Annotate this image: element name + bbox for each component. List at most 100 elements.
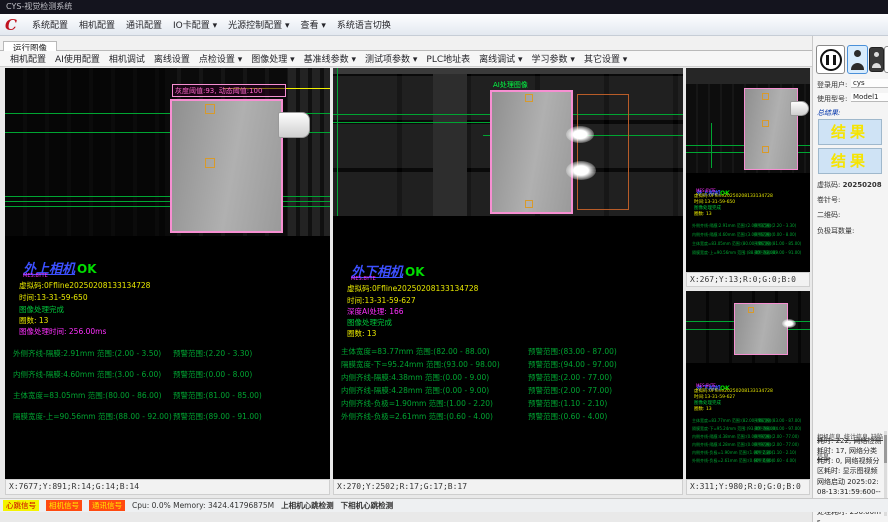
proc-time-line: 图像处理时间: 256.00ms — [19, 326, 106, 337]
heartbeat-signal-badge: 心跳信号 — [3, 500, 39, 511]
threshold-overlay-text: 灰度阈值:93, 动态阈值:100 — [175, 87, 262, 95]
camera-view-outer-lower[interactable]: AI处理图像 外下相机OK MES:BYTE 虚拟码:0Ffline202502… — [333, 68, 683, 479]
title-bar: CYS-视觉检测系统 — [0, 0, 888, 14]
barcode-line: 虚拟码:0Ffline20250208133134728 — [19, 280, 150, 291]
user-button-active[interactable] — [847, 45, 868, 74]
qr-code-label: 二维码: — [817, 210, 840, 220]
measure-value: 内侧齐线-负极=1.90mm 范围:(1.00 - 2.20) — [692, 450, 754, 456]
toolbar-camera-debug[interactable]: 相机调试 — [109, 52, 145, 65]
toolbar-camera-config[interactable]: 相机配置 — [10, 52, 46, 65]
ai-time-line: 深度AI处理: 166 — [347, 306, 404, 317]
scrollbar-thumb[interactable] — [884, 435, 887, 463]
user-icon — [854, 50, 861, 57]
pause-button[interactable] — [816, 45, 845, 74]
mes-line: MES:BYTE — [351, 276, 376, 282]
measure-value: 内侧齐线-隔膜:4.28mm 范围:(0.00 - 9.00) — [341, 385, 528, 396]
measure-value: 外侧齐线-隔膜:2.91mm 范围:(2.00 - 3.50) — [13, 348, 173, 359]
measurement-row: 内侧齐线-隔膜:4.38mm 范围:(0.00 - 9.00) 预警范围:(2.… — [692, 434, 799, 440]
menu-item-camera-config[interactable]: 相机配置 — [79, 18, 115, 31]
menu-item-io-config[interactable]: IO卡配置 ▾ — [173, 18, 217, 31]
time-line: 时间:13-31-59-650 — [19, 292, 88, 303]
done-line: 图像处理完成 — [19, 304, 64, 315]
measurement-row: 主体宽度=83.05mm 范围:(80.00 - 86.00) 预警范围:(81… — [692, 241, 801, 247]
measurement-row: 主体宽度=83.77mm 范围:(82.00 - 88.00) 预警范围:(83… — [692, 418, 801, 424]
measure-value: 内侧齐线-隔膜:4.38mm 范围:(0.00 - 9.00) — [341, 372, 528, 383]
result-box-lower: 结果 — [818, 148, 882, 174]
turns-line: 圈数: 13 — [694, 211, 712, 217]
virtual-code-value: 20250208 — [843, 181, 882, 189]
measurement-row: 隔膜宽度-上=90.56mm 范围:(88.00 - 92.00) 预警范围:(… — [13, 411, 262, 422]
comm-signal-badge: 通讯信号 — [89, 500, 125, 511]
measure-value: 隔膜宽度-上=90.56mm 范围:(88.00 - 92.00) — [13, 411, 173, 422]
measure-value: 主体宽度=83.05mm 范围:(80.00 - 86.00) — [692, 241, 754, 247]
measurement-row: 外侧齐线-负极=2.61mm 范围:(0.60 - 4.00) 预警范围:(0.… — [341, 411, 607, 422]
pixel-coordinate-bar-mid: X:270;Y:2502;R:17;G:17;B:17 — [333, 479, 683, 495]
toolbar-baseline-params[interactable]: 基准线参数 ▾ — [304, 52, 356, 65]
toolbar: 相机配置 AI使用配置 相机调试 离线设置 点检设置 ▾ 图像处理 ▾ 基准线参… — [0, 51, 812, 67]
measure-value: 主体宽度=83.77mm 范围:(82.00 - 88.00) — [692, 418, 754, 424]
total-result-label: 总结果: — [817, 108, 840, 118]
logout-button[interactable]: → — [884, 46, 888, 73]
toolbar-offline-debug[interactable]: 离线调试 ▾ — [479, 52, 522, 65]
measure-value: 隔膜宽度-下=95.24mm 范围:(93.00 - 98.00) — [692, 426, 754, 432]
image-bright-column — [433, 74, 467, 216]
turns-line: 圈数: 13 — [694, 406, 712, 412]
edge-line-green-vertical — [711, 123, 712, 168]
toolbar-image-processing[interactable]: 图像处理 ▾ — [251, 52, 294, 65]
bright-blob — [566, 161, 596, 180]
warn-range: 预警范围:(1.10 - 2.10) — [754, 450, 796, 456]
warn-range: 预警范围:(0.00 - 8.00) — [754, 232, 796, 238]
operator-icon — [874, 52, 879, 57]
warn-range: 预警范围:(89.00 - 91.00) — [173, 411, 262, 422]
warn-range: 预警范围:(83.00 - 87.00) — [754, 418, 801, 424]
measure-value: 内侧齐线-负极=1.90mm 范围:(1.00 - 2.20) — [341, 398, 528, 409]
operator-icon-body — [872, 63, 881, 68]
cell-region-outline — [734, 303, 788, 355]
measurement-row: 内侧齐线-隔膜:4.28mm 范围:(0.00 - 9.00) 预警范围:(2.… — [341, 385, 612, 396]
measure-value: 内侧齐线-隔膜:4.60mm 范围:(3.00 - 6.00) — [13, 369, 173, 380]
thumb-view-outer-upper[interactable]: 外上相机OK MES:BYTE 虚拟码:0Ffline2025020813313… — [686, 68, 810, 272]
menu-item-light-config[interactable]: 光源控制配置 ▾ — [228, 18, 289, 31]
camera-view-outer-upper[interactable]: 灰度阈值:93, 动态阈值:100 外上相机OK MES:BYTE 虚拟码:0F… — [5, 68, 330, 479]
toolbar-ai-usage-config[interactable]: AI使用配置 — [55, 52, 100, 65]
menu-item-comm-config[interactable]: 通讯配置 — [126, 18, 162, 31]
menu-item-view[interactable]: 查看 ▾ — [301, 18, 326, 31]
roi-box — [762, 93, 769, 100]
warn-range: 预警范围:(2.00 - 77.00) — [754, 434, 799, 440]
warn-range: 预警范围:(2.00 - 77.00) — [528, 372, 612, 383]
measurement-row: 内侧齐线-隔膜:4.60mm 范围:(3.00 - 6.00) 预警范围:(0.… — [692, 232, 796, 238]
cpu-memory-readout: Cpu: 0.0% Memory: 3424.41796875M — [132, 501, 274, 510]
menu-item-system-config[interactable]: 系统配置 — [32, 18, 68, 31]
measure-value: 外侧齐线-隔膜:2.91mm 范围:(2.00 - 3.50) — [692, 223, 754, 229]
toolbar-learning-params[interactable]: 学习参数 ▾ — [532, 52, 575, 65]
measure-value: 主体宽度=83.77mm 范围:(82.00 - 88.00) — [341, 346, 528, 357]
warn-range: 预警范围:(2.20 - 3.30) — [173, 348, 252, 359]
image-bright-zone — [288, 68, 330, 236]
right-sidebar: → 登录用户: cys 使用型号: Model1 总结果: 结果 结果 虚拟码:… — [812, 36, 888, 522]
measure-value: 外侧齐线-负极=2.61mm 范围:(0.60 - 4.00) — [692, 458, 754, 464]
mes-line: MES:BYTE — [23, 273, 48, 279]
toolbar-test-params[interactable]: 测试项参数 ▾ — [365, 52, 417, 65]
warn-range: 预警范围:(0.60 - 4.00) — [754, 458, 796, 464]
pause-icon — [820, 49, 842, 71]
toolbar-offline-settings[interactable]: 离线设置 — [154, 52, 190, 65]
roi-box — [525, 94, 533, 102]
window-title: CYS-视觉检测系统 — [6, 2, 72, 11]
status-bar: 心跳信号 相机信号 通讯信号 Cpu: 0.0% Memory: 3424.41… — [0, 498, 888, 512]
login-user-value[interactable]: cys — [851, 79, 888, 88]
toolbar-spot-check[interactable]: 点检设置 ▾ — [199, 52, 242, 65]
roi-box — [748, 307, 754, 313]
operator-button[interactable] — [869, 47, 884, 72]
measurement-row: 主体宽度=83.05mm 范围:(80.00 - 86.00) 预警范围:(81… — [13, 390, 262, 401]
thumb-view-outer-lower[interactable]: 外下相机OK MES:BYTE 虚拟码:0Ffline2025020813313… — [686, 291, 810, 479]
measure-value: 隔膜宽度-下=95.24mm 范围:(93.00 - 98.00) — [341, 359, 528, 370]
image-top-band — [333, 68, 683, 74]
warn-range: 预警范围:(0.60 - 4.00) — [528, 411, 607, 422]
toolbar-plc-address-table[interactable]: PLC地址表 — [426, 52, 470, 65]
result-box-upper: 结果 — [818, 119, 882, 145]
warn-range: 预警范围:(94.00 - 97.00) — [528, 359, 617, 370]
model-value[interactable]: Model1 — [851, 93, 888, 102]
toolbar-other-settings[interactable]: 其它设置 ▾ — [584, 52, 627, 65]
menu-item-language-switch[interactable]: 系统语言切换 — [337, 18, 391, 31]
measurement-row: 外侧齐线-隔膜:2.91mm 范围:(2.00 - 3.50) 预警范围:(2.… — [692, 223, 796, 229]
